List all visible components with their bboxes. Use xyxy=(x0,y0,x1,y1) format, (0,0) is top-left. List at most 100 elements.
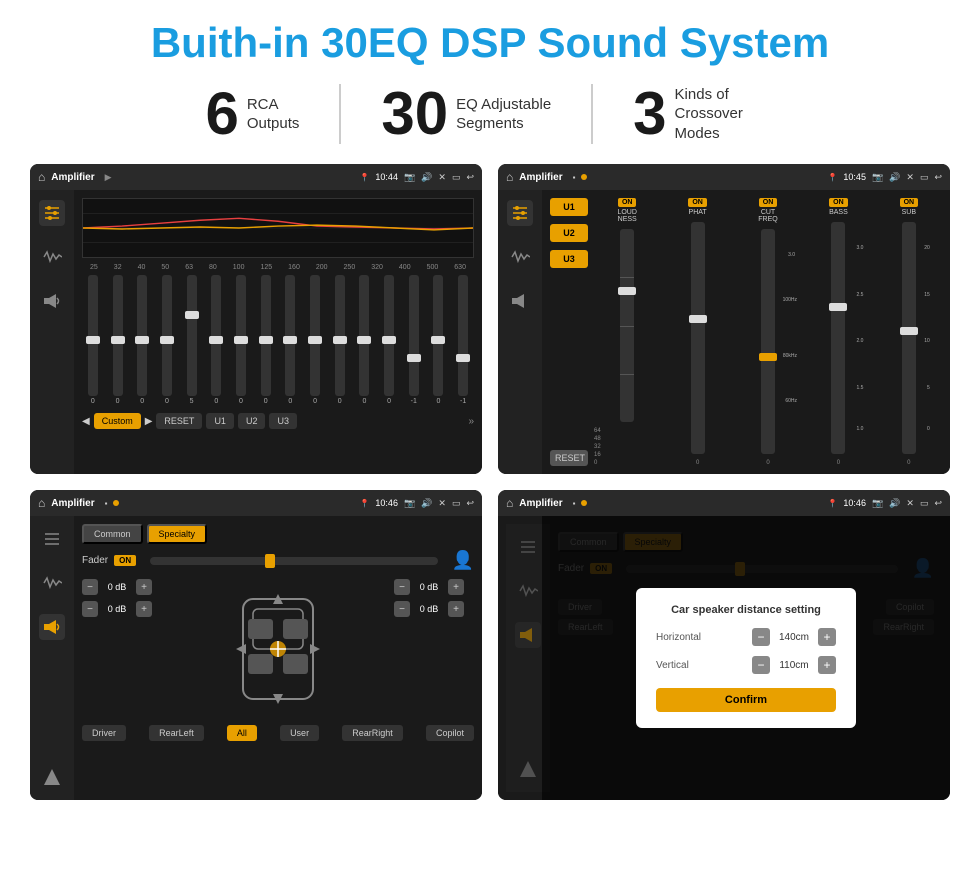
stat-number-rca: 6 xyxy=(205,84,238,144)
user-btn[interactable]: User xyxy=(280,725,319,741)
crossover-main-area: U1 U2 U3 RESET ON LOUDNESS xyxy=(542,190,950,474)
zone-tr-plus[interactable]: + xyxy=(448,579,464,595)
eq-slider-11[interactable]: 0 xyxy=(354,275,376,405)
eq-side-panel xyxy=(30,190,74,474)
eq-slider-1[interactable]: 0 xyxy=(107,275,129,405)
back-icon-1[interactable]: ↩ xyxy=(466,172,474,183)
fader-wave-icon[interactable] xyxy=(39,570,65,596)
horizontal-minus-btn[interactable]: − xyxy=(752,628,770,646)
left-zones: − 0 dB + − 0 dB + xyxy=(82,579,162,719)
eq-slider-15[interactable]: -1 xyxy=(452,275,474,405)
custom-btn[interactable]: Custom xyxy=(94,413,141,429)
fader-speaker-icon[interactable] xyxy=(39,614,65,640)
confirm-button[interactable]: Confirm xyxy=(656,688,836,712)
rect-icon-1: ▭ xyxy=(452,172,461,183)
vol-icon-4: 🔊 xyxy=(889,498,900,509)
screen1-content: 253240506380100125160200250320400500630 … xyxy=(30,190,482,474)
prev-arrow[interactable]: ◀ xyxy=(82,416,90,427)
stats-row: 6 RCAOutputs 30 EQ AdjustableSegments 3 … xyxy=(30,84,950,144)
zone-tl-minus[interactable]: − xyxy=(82,579,98,595)
sub-on: ON xyxy=(900,198,919,207)
home-icon-3[interactable]: ⌂ xyxy=(38,496,45,510)
dialog-title: Car speaker distance setting xyxy=(656,604,836,616)
fader2-expand-icon xyxy=(515,756,541,782)
crossover-speaker-icon[interactable] xyxy=(507,288,533,314)
eq-slider-9[interactable]: 0 xyxy=(304,275,326,405)
home-icon-2[interactable]: ⌂ xyxy=(506,170,513,184)
cam-icon-1: 📷 xyxy=(404,172,415,183)
eq-slider-10[interactable]: 0 xyxy=(329,275,351,405)
eq-slider-2[interactable]: 0 xyxy=(131,275,153,405)
vol-icon-1: 🔊 xyxy=(421,172,432,183)
stat-rca: 6 RCAOutputs xyxy=(165,84,339,144)
zone-br-minus[interactable]: − xyxy=(394,601,410,617)
all-btn[interactable]: All xyxy=(227,725,257,741)
eq-slider-13[interactable]: -1 xyxy=(403,275,425,405)
crossover-reset-btn[interactable]: RESET xyxy=(550,450,588,466)
rearleft-btn[interactable]: RearLeft xyxy=(149,725,204,741)
back-icon-4[interactable]: ↩ xyxy=(934,498,942,509)
fader-slider[interactable] xyxy=(150,557,437,565)
zone-tl-plus[interactable]: + xyxy=(136,579,152,595)
fader-avatar-icon: 👤 xyxy=(452,550,474,571)
zone-tr-minus[interactable]: − xyxy=(394,579,410,595)
speaker-icon[interactable] xyxy=(39,288,65,314)
u1-crossover-btn[interactable]: U1 xyxy=(550,198,588,216)
eq-slider-0[interactable]: 0 xyxy=(82,275,104,405)
back-icon-2[interactable]: ↩ xyxy=(934,172,942,183)
rearright-btn[interactable]: RearRight xyxy=(342,725,403,741)
loudness-label: LOUDNESS xyxy=(617,209,636,223)
horizontal-plus-btn[interactable]: + xyxy=(818,628,836,646)
eq-slider-7[interactable]: 0 xyxy=(255,275,277,405)
rec-icon-4: ▪ xyxy=(573,499,576,508)
fader-label: Fader xyxy=(82,555,108,566)
stat-crossover: 3 Kinds ofCrossover Modes xyxy=(591,84,814,144)
eq-slider-12[interactable]: 0 xyxy=(378,275,400,405)
eq-slider-6[interactable]: 0 xyxy=(230,275,252,405)
specialty-tab[interactable]: Specialty xyxy=(147,524,208,544)
copilot-btn[interactable]: Copilot xyxy=(426,725,474,741)
reset-btn[interactable]: RESET xyxy=(156,413,202,429)
crossover-channels: ON LOUDNESS 64 48 32 xyxy=(594,198,942,466)
eq-slider-4[interactable]: 5 xyxy=(181,275,203,405)
pin-icon-4: 📍 xyxy=(827,499,837,508)
zone-bl-value: 0 dB xyxy=(102,604,132,614)
u1-btn[interactable]: U1 xyxy=(206,413,234,429)
common-tab[interactable]: Common xyxy=(82,524,143,544)
home-icon-1[interactable]: ⌂ xyxy=(38,170,45,184)
driver-btn[interactable]: Driver xyxy=(82,725,126,741)
home-icon-4[interactable]: ⌂ xyxy=(506,496,513,510)
eq-slider-8[interactable]: 0 xyxy=(280,275,302,405)
eq-filter-icon[interactable] xyxy=(39,200,65,226)
next-arrow[interactable]: ▶ xyxy=(145,416,153,427)
u3-crossover-btn[interactable]: U3 xyxy=(550,250,588,268)
crossover-filter-icon[interactable] xyxy=(507,200,533,226)
pin-icon-2: 📍 xyxy=(827,173,837,182)
fader-filter-icon[interactable] xyxy=(39,526,65,552)
u2-btn[interactable]: U2 xyxy=(238,413,266,429)
stat-desc-eq: EQ AdjustableSegments xyxy=(456,95,551,134)
u2-crossover-btn[interactable]: U2 xyxy=(550,224,588,242)
crossover-wave-icon[interactable] xyxy=(507,244,533,270)
eq-slider-3[interactable]: 0 xyxy=(156,275,178,405)
zone-br-plus[interactable]: + xyxy=(448,601,464,617)
cam-icon-4: 📷 xyxy=(872,498,883,509)
vertical-minus-btn[interactable]: − xyxy=(752,656,770,674)
phat-on: ON xyxy=(688,198,707,207)
zone-bl: − 0 dB + xyxy=(82,601,162,617)
zone-bl-plus[interactable]: + xyxy=(136,601,152,617)
expand-icon[interactable]: » xyxy=(468,416,474,427)
eq-slider-5[interactable]: 0 xyxy=(205,275,227,405)
cutfreq-on: ON xyxy=(759,198,778,207)
u3-btn[interactable]: U3 xyxy=(269,413,297,429)
time-2: 10:45 xyxy=(843,172,866,182)
eq-sliders: 0000500000000-10-1 xyxy=(82,275,474,405)
waveform-icon[interactable] xyxy=(39,244,65,270)
eq-slider-14[interactable]: 0 xyxy=(428,275,450,405)
vertical-plus-btn[interactable]: + xyxy=(818,656,836,674)
x-icon-4: ✕ xyxy=(906,498,914,509)
x-icon-3: ✕ xyxy=(438,498,446,509)
back-icon-3[interactable]: ↩ xyxy=(466,498,474,509)
zone-bl-minus[interactable]: − xyxy=(82,601,98,617)
fader-expand-icon[interactable] xyxy=(39,764,65,790)
